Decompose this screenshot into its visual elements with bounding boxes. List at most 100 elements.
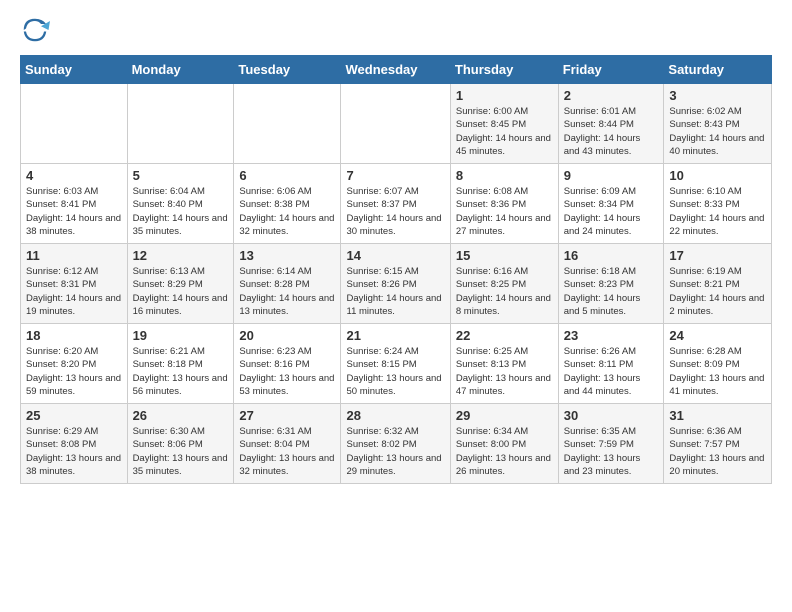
day-number: 12 <box>133 248 229 263</box>
day-info: Sunrise: 6:19 AM Sunset: 8:21 PM Dayligh… <box>669 265 766 318</box>
day-info: Sunrise: 6:07 AM Sunset: 8:37 PM Dayligh… <box>346 185 444 238</box>
day-number: 1 <box>456 88 553 103</box>
day-number: 2 <box>564 88 659 103</box>
day-number: 20 <box>239 328 335 343</box>
day-number: 23 <box>564 328 659 343</box>
day-number: 15 <box>456 248 553 263</box>
week-row-5: 25 Sunrise: 6:29 AM Sunset: 8:08 PM Dayli… <box>21 404 772 484</box>
page: SundayMondayTuesdayWednesdayThursdayFrid… <box>0 0 792 612</box>
day-number: 19 <box>133 328 229 343</box>
day-cell: 26Sunrise: 6:30 AM Sunset: 8:06 PM Dayli… <box>127 404 234 484</box>
day-cell: 12 Sunrise: 6:13 AM Sunset: 8:29 PM Dayli… <box>127 244 234 324</box>
day-number: 22 <box>456 328 553 343</box>
day-info: Sunrise: 6:16 AM Sunset: 8:25 PM Dayligh… <box>456 265 553 318</box>
day-info: Sunrise: 6:14 AM Sunset: 8:28 PM Dayligh… <box>239 265 335 318</box>
day-number: 9 <box>564 168 659 183</box>
week-row-2: 4Sunrise: 6:03 AM Sunset: 8:41 PM Daylig… <box>21 164 772 244</box>
day-info: Sunrise: 6:00 AM Sunset: 8:45 PM Dayligh… <box>456 105 553 158</box>
column-header-wednesday: Wednesday <box>341 56 450 84</box>
day-cell: 24 Sunrise: 6:28 AM Sunset: 8:09 PM Dayli… <box>664 324 772 404</box>
day-number: 31 <box>669 408 766 423</box>
day-cell: 8Sunrise: 6:08 AM Sunset: 8:36 PM Daylig… <box>450 164 558 244</box>
day-info: Sunrise: 6:15 AM Sunset: 8:26 PM Dayligh… <box>346 265 444 318</box>
column-header-saturday: Saturday <box>664 56 772 84</box>
day-info: Sunrise: 6:32 AM Sunset: 8:02 PM Dayligh… <box>346 425 444 478</box>
day-info: Sunrise: 6:06 AM Sunset: 8:38 PM Dayligh… <box>239 185 335 238</box>
day-cell: 13 Sunrise: 6:14 AM Sunset: 8:28 PM Dayli… <box>234 244 341 324</box>
calendar-body: 1 Sunrise: 6:00 AM Sunset: 8:45 PM Daylig… <box>21 84 772 484</box>
day-number: 8 <box>456 168 553 183</box>
day-cell: 2 Sunrise: 6:01 AM Sunset: 8:44 PM Daylig… <box>558 84 664 164</box>
calendar-table: SundayMondayTuesdayWednesdayThursdayFrid… <box>20 55 772 484</box>
week-row-4: 18 Sunrise: 6:20 AM Sunset: 8:20 PM Dayli… <box>21 324 772 404</box>
day-number: 5 <box>133 168 229 183</box>
day-number: 25 <box>26 408 122 423</box>
day-cell: 18 Sunrise: 6:20 AM Sunset: 8:20 PM Dayli… <box>21 324 128 404</box>
day-info: Sunrise: 6:13 AM Sunset: 8:29 PM Dayligh… <box>133 265 229 318</box>
calendar-header: SundayMondayTuesdayWednesdayThursdayFrid… <box>21 56 772 84</box>
day-cell <box>234 84 341 164</box>
header <box>20 15 772 45</box>
column-header-tuesday: Tuesday <box>234 56 341 84</box>
day-info: Sunrise: 6:20 AM Sunset: 8:20 PM Dayligh… <box>26 345 122 398</box>
day-info: Sunrise: 6:18 AM Sunset: 8:23 PM Dayligh… <box>564 265 659 318</box>
day-info: Sunrise: 6:24 AM Sunset: 8:15 PM Dayligh… <box>346 345 444 398</box>
day-info: Sunrise: 6:29 AM Sunset: 8:08 PM Dayligh… <box>26 425 122 478</box>
day-cell: 29 Sunrise: 6:34 AM Sunset: 8:00 PM Dayli… <box>450 404 558 484</box>
day-info: Sunrise: 6:36 AM Sunset: 7:57 PM Dayligh… <box>669 425 766 478</box>
day-cell: 21 Sunrise: 6:24 AM Sunset: 8:15 PM Dayli… <box>341 324 450 404</box>
column-header-friday: Friday <box>558 56 664 84</box>
day-cell: 28Sunrise: 6:32 AM Sunset: 8:02 PM Dayli… <box>341 404 450 484</box>
day-number: 24 <box>669 328 766 343</box>
day-cell: 19 Sunrise: 6:21 AM Sunset: 8:18 PM Dayli… <box>127 324 234 404</box>
logo-icon <box>20 15 50 45</box>
day-cell: 20 Sunrise: 6:23 AM Sunset: 8:16 PM Dayli… <box>234 324 341 404</box>
day-cell: 6 Sunrise: 6:06 AM Sunset: 8:38 PM Daylig… <box>234 164 341 244</box>
day-info: Sunrise: 6:02 AM Sunset: 8:43 PM Dayligh… <box>669 105 766 158</box>
day-cell: 1 Sunrise: 6:00 AM Sunset: 8:45 PM Daylig… <box>450 84 558 164</box>
day-cell: 23 Sunrise: 6:26 AM Sunset: 8:11 PM Dayli… <box>558 324 664 404</box>
day-info: Sunrise: 6:26 AM Sunset: 8:11 PM Dayligh… <box>564 345 659 398</box>
day-cell <box>127 84 234 164</box>
day-cell: 31 Sunrise: 6:36 AM Sunset: 7:57 PM Dayli… <box>664 404 772 484</box>
day-number: 17 <box>669 248 766 263</box>
day-number: 10 <box>669 168 766 183</box>
day-cell: 3 Sunrise: 6:02 AM Sunset: 8:43 PM Daylig… <box>664 84 772 164</box>
day-info: Sunrise: 6:21 AM Sunset: 8:18 PM Dayligh… <box>133 345 229 398</box>
day-number: 6 <box>239 168 335 183</box>
day-info: Sunrise: 6:09 AM Sunset: 8:34 PM Dayligh… <box>564 185 659 238</box>
column-header-thursday: Thursday <box>450 56 558 84</box>
day-number: 11 <box>26 248 122 263</box>
column-header-sunday: Sunday <box>21 56 128 84</box>
day-cell: 16 Sunrise: 6:18 AM Sunset: 8:23 PM Dayli… <box>558 244 664 324</box>
day-info: Sunrise: 6:10 AM Sunset: 8:33 PM Dayligh… <box>669 185 766 238</box>
day-cell: 22 Sunrise: 6:25 AM Sunset: 8:13 PM Dayli… <box>450 324 558 404</box>
day-info: Sunrise: 6:28 AM Sunset: 8:09 PM Dayligh… <box>669 345 766 398</box>
day-cell: 4Sunrise: 6:03 AM Sunset: 8:41 PM Daylig… <box>21 164 128 244</box>
day-number: 3 <box>669 88 766 103</box>
day-number: 14 <box>346 248 444 263</box>
day-cell: 9 Sunrise: 6:09 AM Sunset: 8:34 PM Daylig… <box>558 164 664 244</box>
day-number: 27 <box>239 408 335 423</box>
day-info: Sunrise: 6:04 AM Sunset: 8:40 PM Dayligh… <box>133 185 229 238</box>
day-number: 16 <box>564 248 659 263</box>
week-row-3: 11Sunrise: 6:12 AM Sunset: 8:31 PM Dayli… <box>21 244 772 324</box>
day-number: 21 <box>346 328 444 343</box>
day-info: Sunrise: 6:34 AM Sunset: 8:00 PM Dayligh… <box>456 425 553 478</box>
day-number: 29 <box>456 408 553 423</box>
day-cell <box>21 84 128 164</box>
day-info: Sunrise: 6:25 AM Sunset: 8:13 PM Dayligh… <box>456 345 553 398</box>
header-row: SundayMondayTuesdayWednesdayThursdayFrid… <box>21 56 772 84</box>
day-info: Sunrise: 6:23 AM Sunset: 8:16 PM Dayligh… <box>239 345 335 398</box>
day-number: 13 <box>239 248 335 263</box>
day-number: 18 <box>26 328 122 343</box>
day-info: Sunrise: 6:03 AM Sunset: 8:41 PM Dayligh… <box>26 185 122 238</box>
day-info: Sunrise: 6:31 AM Sunset: 8:04 PM Dayligh… <box>239 425 335 478</box>
week-row-1: 1 Sunrise: 6:00 AM Sunset: 8:45 PM Daylig… <box>21 84 772 164</box>
day-number: 30 <box>564 408 659 423</box>
day-cell: 25 Sunrise: 6:29 AM Sunset: 8:08 PM Dayli… <box>21 404 128 484</box>
day-number: 26 <box>133 408 229 423</box>
day-number: 7 <box>346 168 444 183</box>
day-info: Sunrise: 6:01 AM Sunset: 8:44 PM Dayligh… <box>564 105 659 158</box>
day-cell: 10 Sunrise: 6:10 AM Sunset: 8:33 PM Dayli… <box>664 164 772 244</box>
